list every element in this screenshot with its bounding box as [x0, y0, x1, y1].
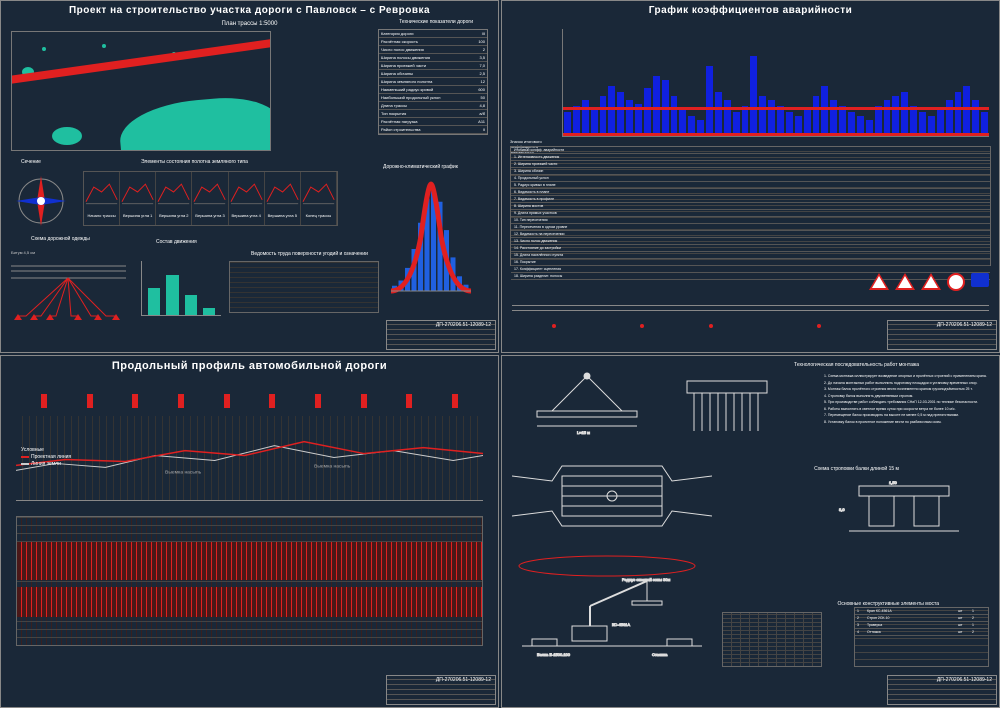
prohibition-sign-icon [947, 273, 965, 291]
traffic-bar-title: Состав движения [156, 239, 197, 245]
profile-legend: Условные Проектная линия Линия земли [21, 446, 71, 468]
profile-data-table [16, 516, 483, 646]
km-markers [41, 394, 458, 414]
compass-title: Сечение [21, 159, 41, 165]
svg-text:Стоянка: Стоянка [652, 652, 668, 657]
svg-text:КС-4561А: КС-4561А [612, 622, 630, 627]
svg-text:L=15 м: L=15 м [577, 430, 590, 435]
equipment-table: 1Кран КС-4561Ашт12Строп 2СК-10шт23Травер… [854, 607, 989, 667]
xsections-title: Элементы состояния полотна земляного тип… [141, 159, 248, 165]
doc-code: ДП-270206.51-12089-12 [436, 677, 491, 683]
sheet-bridge-erection: Технологическая последовательность работ… [501, 355, 1000, 708]
beam-sling-diagram: L=15 м [512, 371, 662, 441]
accident-coeff-chart [562, 29, 989, 137]
land-use-table [229, 261, 379, 313]
climate-chart-title: Дорожно-климатический график [383, 164, 458, 170]
doc-code: ДП-270206.51-12089-12 [436, 322, 491, 328]
sheet3-title: Продольный профиль автомобильной дороги [1, 356, 498, 376]
compass-rose-icon [11, 171, 71, 231]
pavement-cross-section: Битум 4,5 см [6, 246, 131, 324]
title-block: ДП-270206.51-12089-12 [386, 675, 496, 705]
doc-code: ДП-270206.51-12089-12 [937, 322, 992, 328]
traffic-composition-chart [141, 261, 221, 316]
support-section: 1,50 8,0 [829, 476, 979, 546]
crane-erection-diagram: Радиус опасной зоны 30м Балка Б-1500.100… [512, 551, 712, 661]
info-sign-icon [971, 273, 989, 287]
sheet-accident-graph: График коэффициентов аварийности Значок … [501, 0, 1000, 353]
yield-sign-icon [869, 273, 889, 290]
elevation-profile: Выемка насыпь Выемка насыпь [16, 416, 483, 501]
doc-code: ДП-270206.51-12089-12 [937, 677, 992, 683]
spec-table [722, 612, 822, 667]
pile-cap-diagram [672, 371, 782, 446]
bridge-plan-view [512, 456, 712, 536]
cross-section-title: Схема дорожной одежды [31, 236, 90, 242]
title-block: ДП-270206.51-12089-12 [887, 675, 997, 705]
climate-chart [386, 176, 476, 296]
svg-text:1,50: 1,50 [889, 480, 898, 485]
road-signs-group [869, 273, 989, 291]
sheet4-notes-title: Технологическая последовательность работ… [794, 362, 919, 368]
sheet1-title: Проект на строительство участка дороги с… [1, 1, 498, 20]
sheet-road-project: Проект на строительство участка дороги с… [0, 0, 499, 353]
title-block: ДП-270206.51-12089-12 [386, 320, 496, 350]
construction-notes: 1. Схема монтажа иллюстрирует возведение… [824, 374, 989, 426]
road-schematic [512, 301, 989, 317]
params-table-title: Технические показатели дороги [399, 19, 473, 25]
svg-text:Выемка насыпь: Выемка насыпь [314, 463, 351, 469]
terrain-xsections: Начало трассыВершина угла 1Вершина угла … [83, 171, 338, 226]
matrix-title: Ведомость труда поверхности угодий и озн… [251, 251, 368, 257]
support-section-title: Схема строповки балки длиной 15 м [814, 466, 899, 472]
coeff-factors-table: Итоговый коэфф. аварийности1. Интенсивно… [510, 146, 991, 266]
warning-sign-icon [895, 273, 915, 290]
svg-text:8,0: 8,0 [839, 507, 845, 512]
title-block: ДП-270206.51-12089-12 [887, 320, 997, 350]
road-params-table: Категория дорогиIIIРасчётная скорость100… [378, 29, 488, 135]
svg-text:Балка Б-1500.100: Балка Б-1500.100 [537, 652, 571, 657]
sheet2-title: График коэффициентов аварийности [502, 1, 999, 20]
plan-map [11, 31, 271, 151]
svg-text:Битум 4,5 см: Битум 4,5 см [11, 250, 35, 255]
warning-sign-icon [921, 273, 941, 290]
sheet-longitudinal-profile: Продольный профиль автомобильной дороги … [0, 355, 499, 708]
svg-text:Выемка насыпь: Выемка насыпь [165, 469, 202, 475]
